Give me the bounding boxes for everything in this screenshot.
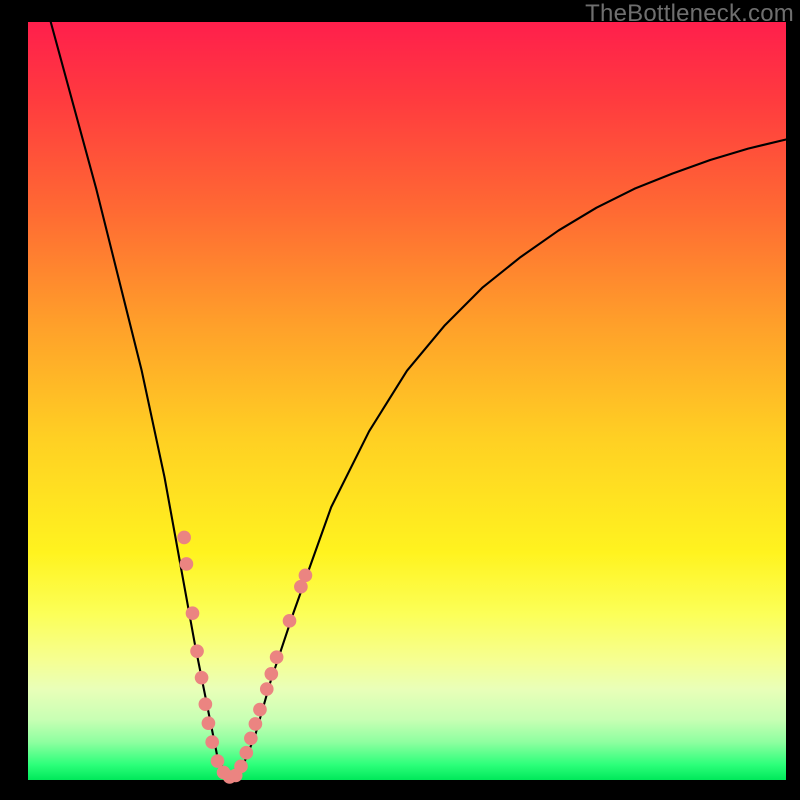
sample-dot <box>234 760 248 774</box>
sample-dot <box>260 682 274 696</box>
sample-dot <box>202 716 216 730</box>
sample-dot <box>239 746 253 760</box>
sample-dot <box>265 667 279 681</box>
sample-dot <box>205 735 219 749</box>
plot-area <box>28 22 786 780</box>
sample-dot <box>299 569 313 583</box>
sample-dot <box>177 531 191 545</box>
sample-dot <box>180 557 194 571</box>
sample-dot <box>186 606 200 620</box>
sample-dot <box>195 671 209 685</box>
bottleneck-curve <box>51 22 786 780</box>
sample-dot <box>253 703 267 717</box>
sample-dot <box>244 731 258 745</box>
sample-dot <box>199 697 213 711</box>
watermark-text: TheBottleneck.com <box>585 0 794 28</box>
chart-svg <box>28 22 786 780</box>
sample-dot <box>283 614 297 628</box>
sample-dot <box>249 717 263 731</box>
chart-frame: TheBottleneck.com <box>0 0 800 800</box>
sample-dot <box>270 650 284 664</box>
sample-dot <box>190 644 204 658</box>
